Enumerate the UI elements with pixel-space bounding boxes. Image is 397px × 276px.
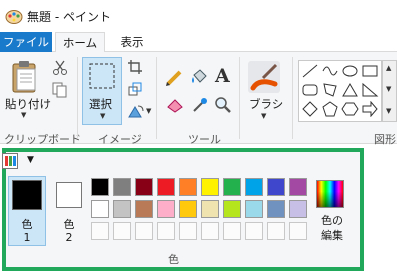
group-separator — [292, 57, 293, 139]
palette-swatch[interactable] — [91, 178, 109, 196]
ribbon-tabs: ファイル ホーム 表示 — [0, 32, 397, 53]
rounded-rect-shape-icon[interactable] — [301, 82, 319, 98]
curve-shape-icon[interactable] — [321, 63, 339, 79]
qat-dropdown-icon[interactable]: ▼ — [27, 155, 34, 165]
group-separator — [77, 57, 78, 139]
edit-colors-icon[interactable] — [316, 180, 344, 208]
palette-swatch-empty[interactable] — [135, 222, 153, 240]
shapes-scrollbar[interactable]: ▲ ▼ ▼ — [382, 60, 397, 122]
palette-swatch[interactable] — [157, 200, 175, 218]
palette-swatch-empty[interactable] — [157, 222, 175, 240]
group-separator — [239, 57, 240, 139]
brushes-dropdown-icon[interactable]: ▼ — [261, 112, 266, 120]
color2-number: 2 — [65, 231, 73, 244]
title-bar: 無題 - ペイント — [0, 0, 397, 32]
rotate-icon[interactable] — [128, 104, 144, 118]
clipboard-group-label: クリップボード — [4, 133, 81, 146]
shapes-gallery — [298, 60, 382, 122]
paste-dropdown-icon[interactable]: ▼ — [21, 111, 26, 119]
rectangle-shape-icon[interactable] — [361, 63, 379, 79]
color-picker-icon[interactable] — [191, 96, 209, 114]
pentagon-shape-icon[interactable] — [321, 101, 339, 117]
palette-swatch-empty[interactable] — [179, 222, 197, 240]
edit-colors-line1: 色の — [321, 214, 343, 227]
rotate-dropdown-icon[interactable]: ▼ — [146, 107, 151, 115]
palette-swatch[interactable] — [245, 178, 263, 196]
color2-button[interactable] — [56, 182, 82, 208]
polygon-shape-icon[interactable] — [321, 82, 339, 98]
color1-label: 色 — [21, 218, 33, 231]
resize-icon[interactable] — [128, 82, 142, 96]
edit-colors-label[interactable]: 色の 編集 — [312, 213, 352, 243]
scroll-up-icon[interactable]: ▲ — [386, 64, 391, 72]
cut-icon[interactable] — [52, 60, 68, 76]
palette-swatch[interactable] — [113, 178, 131, 196]
image-group-label: イメージ — [98, 133, 142, 146]
palette-swatch[interactable] — [157, 178, 175, 196]
right-triangle-shape-icon[interactable] — [361, 82, 379, 98]
palette-swatch-empty[interactable] — [245, 222, 263, 240]
diamond-shape-icon[interactable] — [301, 101, 319, 117]
triangle-shape-icon[interactable] — [341, 82, 359, 98]
ribbon: 貼り付け ▼ クリップボード 選択 ▼ ▼ イメージ A ツール ブラシ ▼ ▲… — [0, 52, 397, 146]
pencil-icon[interactable] — [165, 69, 183, 87]
palette-swatch[interactable] — [289, 200, 307, 218]
color1-number: 1 — [23, 231, 31, 244]
palette-swatch[interactable] — [179, 178, 197, 196]
scroll-more-icon[interactable]: ▼ — [386, 107, 391, 115]
paste-icon[interactable] — [10, 60, 40, 94]
tools-group-label: ツール — [188, 133, 221, 146]
colors-group-label: 色 — [168, 253, 179, 266]
palette-qat-icon[interactable] — [2, 153, 18, 169]
select-icon — [89, 63, 115, 89]
palette-swatch-empty[interactable] — [201, 222, 219, 240]
palette-swatch[interactable] — [91, 200, 109, 218]
palette-swatch[interactable] — [223, 178, 241, 196]
window-title: 無題 - ペイント — [27, 10, 111, 24]
paste-label: 貼り付け — [5, 97, 51, 111]
scroll-down-icon[interactable]: ▼ — [386, 85, 391, 93]
hexagon-shape-icon[interactable] — [341, 101, 359, 117]
palette-swatch-empty[interactable] — [289, 222, 307, 240]
arrow-shape-icon[interactable] — [361, 101, 379, 117]
palette-swatch-empty[interactable] — [267, 222, 285, 240]
tab-view[interactable]: 表示 — [108, 32, 156, 52]
magnifier-icon[interactable] — [214, 96, 232, 114]
line-shape-icon[interactable] — [301, 63, 319, 79]
palette-swatch[interactable] — [245, 200, 263, 218]
color2-label: 色 — [63, 218, 75, 231]
copy-icon[interactable] — [52, 82, 68, 98]
crop-icon[interactable] — [128, 60, 142, 74]
palette-swatch[interactable] — [113, 200, 131, 218]
palette-swatch[interactable] — [223, 200, 241, 218]
group-separator — [156, 57, 157, 139]
fill-icon[interactable] — [190, 69, 208, 87]
palette-swatch[interactable] — [289, 178, 307, 196]
tab-home[interactable]: ホーム — [55, 32, 105, 53]
brush-icon[interactable] — [247, 60, 281, 94]
palette-swatch-empty[interactable] — [223, 222, 241, 240]
edit-colors-line2: 編集 — [321, 229, 343, 242]
select-label: 選択 — [89, 97, 112, 111]
palette-swatch[interactable] — [179, 200, 197, 218]
palette-swatch[interactable] — [201, 178, 219, 196]
brushes-label: ブラシ — [249, 97, 284, 111]
palette-swatch[interactable] — [267, 200, 285, 218]
color1-swatch — [12, 180, 42, 210]
palette-swatch[interactable] — [201, 200, 219, 218]
text-icon[interactable]: A — [215, 65, 230, 87]
palette-swatch[interactable] — [267, 178, 285, 196]
palette-swatch[interactable] — [135, 178, 153, 196]
shapes-group-label: 図形 — [374, 133, 396, 146]
palette-swatch[interactable] — [135, 200, 153, 218]
eraser-icon[interactable] — [166, 97, 184, 113]
palette-swatch-empty[interactable] — [113, 222, 131, 240]
tab-file[interactable]: ファイル — [0, 32, 52, 52]
oval-shape-icon[interactable] — [341, 63, 359, 79]
paint-app-icon — [5, 10, 23, 24]
select-dropdown-icon[interactable]: ▼ — [100, 112, 105, 120]
palette-swatch-empty[interactable] — [91, 222, 109, 240]
